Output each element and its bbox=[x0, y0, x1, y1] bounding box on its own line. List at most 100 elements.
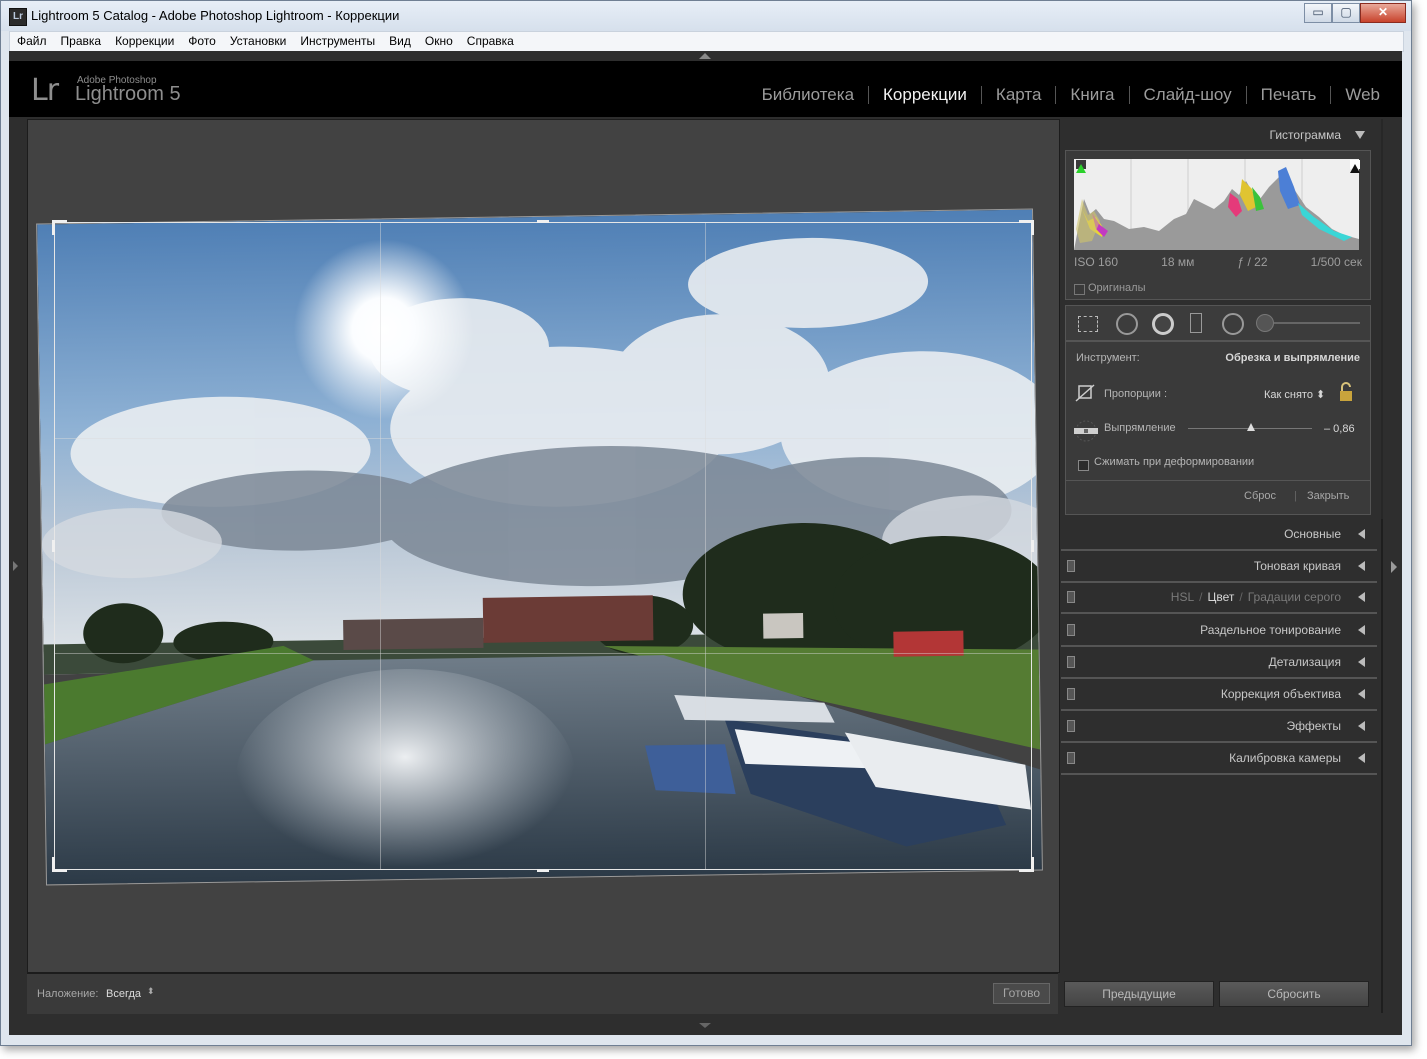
constrain-checkbox[interactable] bbox=[1078, 460, 1089, 471]
histogram-panel: ISO 160 18 мм ƒ / 22 1/500 сек Оригиналы bbox=[1065, 150, 1371, 300]
crop-handle-bottom[interactable] bbox=[537, 869, 549, 872]
crop-reset-button[interactable]: Сброс bbox=[1244, 490, 1276, 502]
exif-iso: ISO 160 bbox=[1074, 255, 1119, 269]
module-web[interactable]: Web bbox=[1331, 85, 1394, 105]
panel-switch[interactable] bbox=[1067, 591, 1075, 603]
module-slideshow[interactable]: Слайд-шоу bbox=[1130, 85, 1246, 105]
tab-grayscale[interactable]: Градации серого bbox=[1248, 590, 1341, 604]
menu-develop[interactable]: Коррекции bbox=[108, 32, 181, 51]
collapse-triangle-icon[interactable] bbox=[1355, 131, 1365, 139]
top-panel-toggle-icon[interactable] bbox=[699, 53, 711, 59]
tab-color[interactable]: Цвет bbox=[1207, 590, 1234, 604]
lightroom-app-icon: Lr bbox=[9, 8, 27, 26]
adjustment-brush-icon[interactable] bbox=[1256, 314, 1274, 332]
expand-triangle-icon[interactable] bbox=[1358, 753, 1365, 763]
identity-plate: Lr Adobe Photoshop Lightroom 5 Библиотек… bbox=[9, 61, 1402, 117]
panel-effects[interactable]: Эффекты bbox=[1061, 711, 1377, 743]
brush-slider[interactable] bbox=[1274, 322, 1360, 324]
updown-arrows-icon[interactable]: ⬍ bbox=[147, 986, 155, 997]
graduated-filter-icon[interactable] bbox=[1190, 313, 1202, 333]
spot-removal-icon[interactable] bbox=[1116, 313, 1138, 335]
panel-lens-corrections[interactable]: Коррекция объектива bbox=[1061, 679, 1377, 711]
maximize-button[interactable]: ▢ bbox=[1332, 3, 1360, 23]
button-separator: | bbox=[1294, 490, 1297, 502]
panel-detail[interactable]: Детализация bbox=[1061, 647, 1377, 679]
photo-canvas[interactable] bbox=[27, 119, 1060, 973]
menu-view[interactable]: Вид bbox=[382, 32, 418, 51]
tab-hsl[interactable]: HSL bbox=[1171, 590, 1194, 604]
overlay-select[interactable]: Всегда bbox=[106, 988, 141, 1000]
panel-lens-label: Коррекция объектива bbox=[1220, 687, 1341, 701]
menu-file[interactable]: Файл bbox=[10, 32, 54, 51]
radial-filter-icon[interactable] bbox=[1222, 313, 1244, 335]
histogram-graph[interactable] bbox=[1074, 159, 1359, 250]
minimize-button[interactable]: ▭ bbox=[1304, 3, 1332, 23]
tool-value: Обрезка и выпрямление bbox=[1225, 352, 1360, 364]
menu-photo[interactable]: Фото bbox=[181, 32, 223, 51]
aspect-select[interactable]: Как снято ⬍ bbox=[1264, 388, 1325, 401]
crop-handle-right[interactable] bbox=[1031, 540, 1034, 552]
exif-info: ISO 160 18 мм ƒ / 22 1/500 сек bbox=[1074, 255, 1362, 269]
expand-triangle-icon[interactable] bbox=[1358, 561, 1365, 571]
crop-handle-top-left[interactable] bbox=[52, 220, 67, 235]
panel-switch[interactable] bbox=[1067, 656, 1075, 668]
crop-handle-bottom-left[interactable] bbox=[52, 857, 67, 872]
module-library[interactable]: Библиотека bbox=[748, 85, 868, 105]
level-tool-icon[interactable] bbox=[1072, 420, 1100, 442]
expand-triangle-icon[interactable] bbox=[1358, 529, 1365, 539]
expand-triangle-icon[interactable] bbox=[1358, 592, 1365, 602]
crop-handle-top[interactable] bbox=[537, 220, 549, 223]
panel-switch[interactable] bbox=[1067, 752, 1075, 764]
module-map[interactable]: Карта bbox=[982, 85, 1056, 105]
panel-camera-calibration[interactable]: Калибровка камеры bbox=[1061, 743, 1377, 775]
panel-switch[interactable] bbox=[1067, 720, 1075, 732]
close-button[interactable]: ✕ bbox=[1360, 3, 1406, 23]
right-panel-toggle-icon[interactable] bbox=[1391, 561, 1397, 573]
expand-triangle-icon[interactable] bbox=[1358, 657, 1365, 667]
window-title: Lightroom 5 Catalog - Adobe Photoshop Li… bbox=[31, 8, 400, 23]
crop-handle-left[interactable] bbox=[52, 540, 55, 552]
panel-switch[interactable] bbox=[1067, 560, 1075, 572]
crop-aspect-icon bbox=[1075, 384, 1095, 402]
filmstrip-toggle-icon[interactable] bbox=[699, 1023, 711, 1028]
menu-window[interactable]: Окно bbox=[418, 32, 460, 51]
reset-all-button[interactable]: Сбросить bbox=[1219, 981, 1369, 1007]
crop-close-button[interactable]: Закрыть bbox=[1307, 490, 1349, 502]
module-develop[interactable]: Коррекции bbox=[869, 85, 981, 105]
module-book[interactable]: Книга bbox=[1056, 85, 1128, 105]
expand-triangle-icon[interactable] bbox=[1358, 721, 1365, 731]
module-print[interactable]: Печать bbox=[1247, 85, 1331, 105]
histogram-title: Гистограмма bbox=[1269, 128, 1341, 142]
expand-triangle-icon[interactable] bbox=[1358, 625, 1365, 635]
previous-button[interactable]: Предыдущие bbox=[1064, 981, 1214, 1007]
menu-edit[interactable]: Правка bbox=[54, 32, 109, 51]
highlight-clipping-icon[interactable] bbox=[1350, 160, 1360, 173]
menu-settings[interactable]: Установки bbox=[223, 32, 293, 51]
crop-handle-top-right[interactable] bbox=[1019, 220, 1034, 235]
straighten-slider-thumb[interactable] bbox=[1247, 423, 1255, 431]
divider bbox=[1066, 480, 1370, 481]
left-panel-toggle-icon[interactable] bbox=[13, 561, 18, 571]
menu-help[interactable]: Справка bbox=[460, 32, 521, 51]
lock-icon[interactable] bbox=[1338, 382, 1354, 402]
panel-switch[interactable] bbox=[1067, 688, 1075, 700]
originals-checkbox[interactable] bbox=[1074, 284, 1085, 295]
panel-tone-curve[interactable]: Тоновая кривая bbox=[1061, 551, 1377, 583]
tab-separator: / bbox=[1199, 590, 1203, 604]
menu-tools[interactable]: Инструменты bbox=[293, 32, 382, 51]
histogram-header[interactable]: Гистограмма bbox=[1061, 119, 1377, 145]
shadow-clipping-icon[interactable] bbox=[1076, 160, 1086, 173]
title-bar[interactable]: Lr Lightroom 5 Catalog - Adobe Photoshop… bbox=[1, 1, 1411, 31]
panel-hsl[interactable]: HSL / Цвет / Градации серого bbox=[1061, 582, 1377, 614]
panel-split-toning[interactable]: Раздельное тонирование bbox=[1061, 615, 1377, 647]
lr-logo: Lr bbox=[31, 73, 59, 108]
crop-tool-icon[interactable] bbox=[1078, 316, 1098, 332]
red-eye-icon[interactable] bbox=[1152, 313, 1174, 335]
panel-basic[interactable]: Основные bbox=[1061, 519, 1377, 551]
straighten-value[interactable]: – 0,86 bbox=[1324, 423, 1355, 435]
crop-handle-bottom-right[interactable] bbox=[1019, 857, 1034, 872]
done-button[interactable]: Готово bbox=[993, 983, 1050, 1004]
crop-frame[interactable] bbox=[52, 220, 1034, 872]
expand-triangle-icon[interactable] bbox=[1358, 689, 1365, 699]
panel-switch[interactable] bbox=[1067, 624, 1075, 636]
